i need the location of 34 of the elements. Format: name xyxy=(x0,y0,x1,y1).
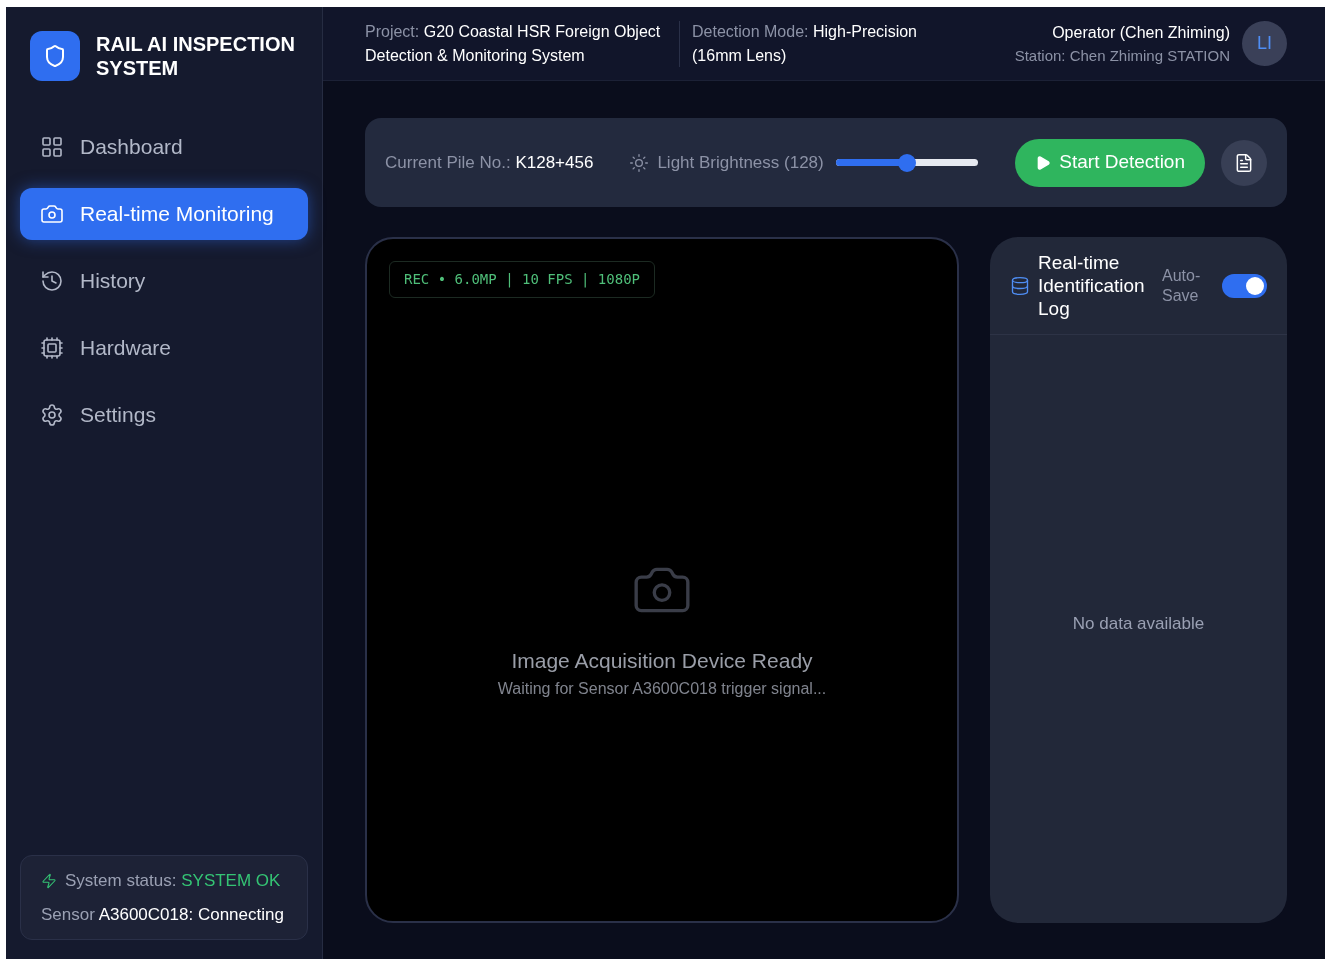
brightness-slider[interactable] xyxy=(835,153,978,172)
log-title: Real-time Identification Log xyxy=(1038,251,1146,320)
operator-name: Operator (Chen Zhiming) xyxy=(1052,22,1230,43)
play-icon xyxy=(1035,154,1052,171)
sidebar-item[interactable]: Dashboard xyxy=(20,121,308,173)
gear-icon xyxy=(40,403,64,427)
sensor-status-text: Sensor A3600C018: Connecting xyxy=(41,903,285,926)
recording-info: REC • 6.0MP | 10 FPS | 1080P xyxy=(389,261,655,298)
auto-save-label: Auto-Save xyxy=(1162,265,1202,306)
sun-icon xyxy=(629,152,650,173)
app-title: RAIL AI INSPECTION SYSTEM xyxy=(96,31,296,80)
report-button[interactable] xyxy=(1221,139,1267,186)
device-ready-title: Image Acquisition Device Ready xyxy=(511,648,813,675)
system-status-text: System status: SYSTEM OK xyxy=(65,870,281,892)
sidebar-item[interactable]: Hardware xyxy=(20,322,308,374)
history-icon xyxy=(40,269,64,293)
chip-icon xyxy=(40,336,64,360)
auto-save-toggle[interactable] xyxy=(1222,273,1267,298)
detection-mode-text: Detection Mode: High-Precision (16mm Lens) xyxy=(692,21,918,66)
sidebar-item[interactable]: History xyxy=(20,255,308,307)
waiting-message: Waiting for Sensor A3600C018 trigger signal... xyxy=(497,678,827,699)
sidebar-item[interactable]: Real-time Monitoring xyxy=(20,188,308,240)
document-icon xyxy=(1234,152,1254,173)
shield-logo xyxy=(30,30,80,81)
project-text: Project: G20 Coastal HSR Foreign Object Detection & Monitoring System xyxy=(365,21,662,66)
empty-message: No data available xyxy=(1072,613,1205,636)
sidebar-item[interactable]: Settings xyxy=(20,389,308,441)
brightness-label: Light Brightness (128) xyxy=(657,151,824,174)
lightning-icon xyxy=(41,872,57,889)
pile-number-text: Current Pile No.: K128+456 xyxy=(385,151,594,174)
station-name: Station: Chen Zhiming STATION xyxy=(1014,45,1230,66)
camera-icon xyxy=(40,202,64,226)
grid-icon xyxy=(40,135,64,159)
database-icon xyxy=(1010,275,1030,296)
